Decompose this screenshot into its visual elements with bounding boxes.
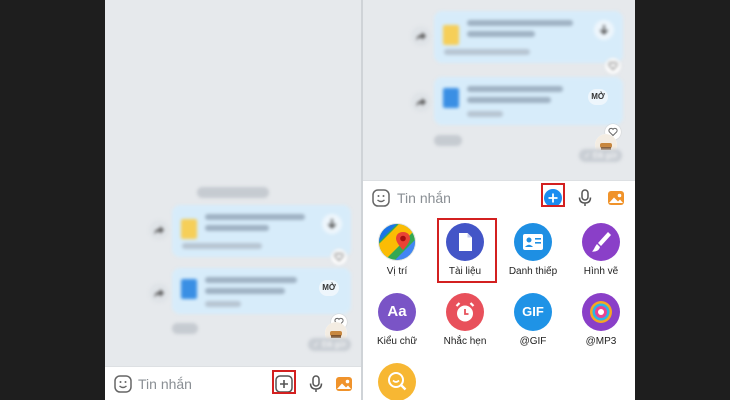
folder-icon xyxy=(181,219,197,239)
file-message-bubble[interactable] xyxy=(434,11,623,63)
attachment-menu: Vị trí Tài liệu Danh thiếp Hình vẽ Aa Ki… xyxy=(363,214,635,400)
highlight-add-button xyxy=(272,370,296,394)
alarm-clock-icon xyxy=(446,293,484,331)
sent-status-badge: ✓ Đã gửi xyxy=(308,338,351,351)
search-sticker-icon xyxy=(378,363,416,400)
map-location-icon xyxy=(378,223,416,261)
app-drawing[interactable]: Hình vẽ xyxy=(567,223,635,277)
forward-icon[interactable] xyxy=(411,92,431,112)
paintbrush-icon xyxy=(582,223,620,261)
app-reminder[interactable]: Nhắc hẹn xyxy=(431,293,499,347)
app-search-sticker[interactable] xyxy=(363,363,431,400)
highlight-add-button xyxy=(541,183,565,207)
document-file-icon xyxy=(443,88,459,108)
sent-status-badge: ✓ Đã gửi xyxy=(579,149,622,162)
forward-icon[interactable] xyxy=(411,26,431,46)
image-gallery-icon[interactable] xyxy=(334,374,354,394)
app-gif[interactable]: GIF @GIF xyxy=(499,293,567,347)
app-mp3[interactable]: @MP3 xyxy=(567,293,635,347)
forward-icon[interactable] xyxy=(149,220,169,240)
document-file-icon xyxy=(181,279,197,299)
app-label: @MP3 xyxy=(585,336,617,347)
app-contact-card[interactable]: Danh thiếp xyxy=(499,223,567,277)
font-style-icon: Aa xyxy=(378,293,416,331)
file-message-bubble[interactable] xyxy=(172,205,351,257)
like-heart-icon[interactable] xyxy=(331,249,347,265)
message-input[interactable]: Tin nhắn xyxy=(397,190,451,206)
app-label: Nhắc hẹn xyxy=(443,336,487,347)
microphone-icon[interactable] xyxy=(306,374,326,394)
open-file-button[interactable]: MỞ xyxy=(588,89,608,105)
download-icon[interactable] xyxy=(322,214,342,234)
open-file-button[interactable]: MỞ xyxy=(319,280,339,296)
app-label: Danh thiếp xyxy=(508,266,558,277)
app-font-style[interactable]: Aa Kiểu chữ xyxy=(363,293,431,347)
contact-card-icon xyxy=(514,223,552,261)
message-input[interactable]: Tin nhắn xyxy=(138,376,192,392)
image-gallery-icon[interactable] xyxy=(606,188,626,208)
music-disc-icon xyxy=(582,293,620,331)
highlight-document-app xyxy=(437,218,497,283)
message-input-bar: Tin nhắn xyxy=(105,366,361,400)
gif-icon: GIF xyxy=(514,293,552,331)
left-chat-screen: MỞ ✓ Đã gửi Tin nhắn xyxy=(105,0,361,400)
download-icon[interactable] xyxy=(594,20,614,40)
app-label: Kiểu chữ xyxy=(376,336,418,347)
microphone-icon[interactable] xyxy=(575,188,595,208)
sticker-icon[interactable] xyxy=(113,374,133,394)
app-label: Hình vẽ xyxy=(583,266,619,277)
date-separator xyxy=(197,187,269,198)
like-heart-icon[interactable] xyxy=(605,58,621,74)
right-chat-screen: MỞ ✓ Đã gửi Tin nhắn Vị trí Tài liệu Dan… xyxy=(363,0,635,400)
sticker-icon[interactable] xyxy=(371,188,391,208)
forward-icon[interactable] xyxy=(149,283,169,303)
app-label: Vị trí xyxy=(386,266,408,277)
app-location[interactable]: Vị trí xyxy=(363,223,431,277)
app-label: @GIF xyxy=(519,336,547,347)
folder-icon xyxy=(443,25,459,45)
message-input-bar: Tin nhắn xyxy=(363,180,635,215)
